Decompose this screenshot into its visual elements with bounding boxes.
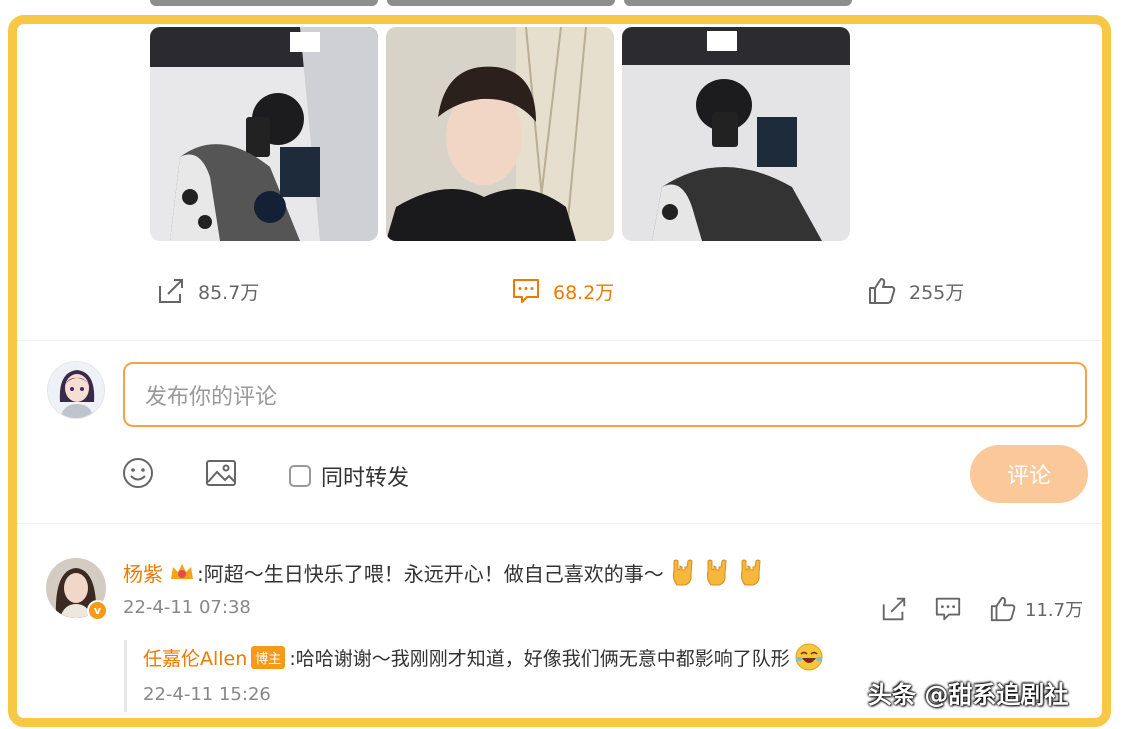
mirror-selfie-image [622, 27, 850, 241]
mirror-selfie-image [150, 27, 378, 241]
submit-comment-button[interactable]: 评论 [970, 445, 1088, 503]
comment-icon [513, 279, 539, 303]
comment-like-button[interactable]: 11.7万 [989, 594, 1083, 624]
rock-hand-emoji-icon [740, 559, 761, 586]
comment-text: :阿超～生日快乐了喂！永远开心！做自己喜欢的事～ [197, 561, 664, 586]
watermark: 头条 @甜系追剧社 [868, 681, 1069, 709]
rock-hand-emoji-icon [672, 559, 693, 586]
image-icon[interactable] [204, 456, 238, 490]
post-image-2[interactable] [386, 27, 614, 241]
comment-reply-button[interactable] [934, 594, 962, 624]
comment-icon [935, 597, 961, 621]
repost-count: 85.7万 [198, 281, 260, 304]
comment-action[interactable]: 68.2万 [511, 276, 614, 306]
comment-timestamp: 22-4-11 07:38 [123, 597, 251, 618]
comment-like-count: 11.7万 [1025, 600, 1084, 621]
repost-action[interactable]: 85.7万 [156, 276, 259, 306]
cartoon-avatar-icon [48, 362, 104, 418]
verified-badge-icon: v [87, 600, 108, 621]
my-avatar[interactable] [47, 361, 105, 419]
comment-count: 68.2万 [553, 281, 615, 304]
like-action[interactable]: 255万 [867, 276, 964, 306]
repost-icon [159, 279, 183, 303]
like-icon [990, 596, 1016, 622]
reply-text-line: 任嘉伦Allen 博主 :哈哈谢谢～我刚刚才知道，好像我们俩无意中都影响了队形 [143, 642, 824, 672]
reply-username[interactable]: 任嘉伦Allen [143, 644, 247, 671]
comment-input-placeholder: 发布你的评论 [145, 384, 278, 410]
divider [17, 523, 1101, 524]
repost-icon [882, 597, 906, 621]
repost-checkbox-label: 同时转发 [321, 466, 410, 491]
portrait-image [386, 27, 614, 241]
repost-checkbox[interactable] [289, 465, 311, 487]
repost-checkbox-row[interactable]: 同时转发 [289, 460, 409, 492]
laughing-emoji-icon [795, 643, 823, 671]
rock-hand-emoji-icon [706, 559, 727, 586]
blogger-tag: 博主 [251, 645, 286, 669]
comment-username[interactable]: 杨紫 [123, 558, 163, 587]
divider [17, 340, 1101, 341]
previous-image-row-edge [150, 0, 852, 6]
post-image-1[interactable] [150, 27, 378, 241]
post-image-3[interactable] [622, 27, 850, 241]
comment-text-line: 杨紫 :阿超～生日快乐了喂！永远开心！做自己喜欢的事～ [123, 557, 766, 587]
crown-badge-icon [171, 564, 193, 579]
reply-text: :哈哈谢谢～我刚刚才知道，好像我们俩无意中都影响了队形 [289, 647, 790, 670]
like-icon [869, 278, 896, 304]
comment-input[interactable]: 发布你的评论 [123, 362, 1087, 427]
comment-repost-button[interactable] [880, 594, 908, 624]
like-count: 255万 [909, 281, 965, 304]
reply-timestamp: 22-4-11 15:26 [143, 684, 271, 705]
emoji-icon[interactable] [121, 456, 155, 490]
